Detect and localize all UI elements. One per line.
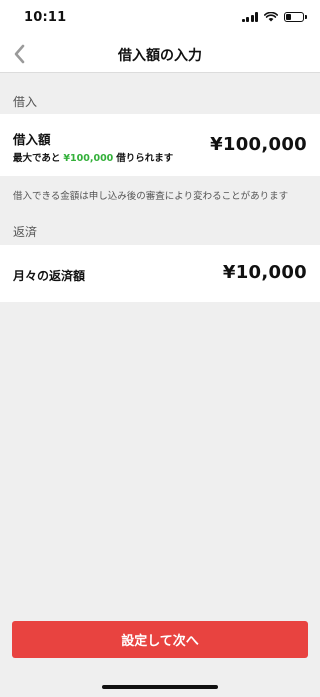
repay-amount-value: ¥10,000 bbox=[222, 262, 307, 283]
borrow-amount-value: ¥100,000 bbox=[210, 134, 307, 155]
submit-button[interactable]: 設定して次へ bbox=[12, 621, 308, 658]
borrow-section-title: 借入 bbox=[13, 95, 38, 109]
borrow-limit-text: 最大であと ¥100,000 借りられます bbox=[13, 150, 173, 164]
borrow-amount-row[interactable]: 借入額 最大であと ¥100,000 借りられます ¥100,000 bbox=[0, 114, 320, 176]
repay-section-title: 返済 bbox=[13, 225, 38, 239]
status-time: 10:11 bbox=[24, 10, 67, 25]
status-icons bbox=[241, 12, 307, 22]
borrow-limit-suffix: 借りられます bbox=[116, 153, 174, 164]
battery-icon bbox=[284, 12, 307, 22]
wifi-icon bbox=[264, 12, 278, 22]
submit-button-label: 設定して次へ bbox=[121, 634, 199, 649]
borrow-section-header: 借入 bbox=[0, 85, 320, 115]
repay-section-header: 返済 bbox=[0, 215, 320, 245]
status-bar: 10:11 bbox=[0, 0, 320, 36]
borrow-limit-value: ¥100,000 bbox=[63, 153, 114, 164]
borrow-note: 借入できる金額は申し込み後の審査により変わることがあります bbox=[13, 191, 289, 202]
page-title: 借入額の入力 bbox=[118, 48, 202, 64]
repay-amount-label: 月々の返済額 bbox=[13, 269, 86, 283]
repay-amount-row[interactable]: 月々の返済額 ¥10,000 bbox=[0, 245, 320, 302]
home-indicator bbox=[102, 685, 218, 689]
nav-bar: 借入額の入力 bbox=[0, 36, 320, 73]
borrow-amount-label: 借入額 bbox=[13, 132, 51, 147]
cellular-signal-icon bbox=[241, 12, 258, 22]
borrow-limit-prefix: 最大であと bbox=[13, 153, 61, 164]
